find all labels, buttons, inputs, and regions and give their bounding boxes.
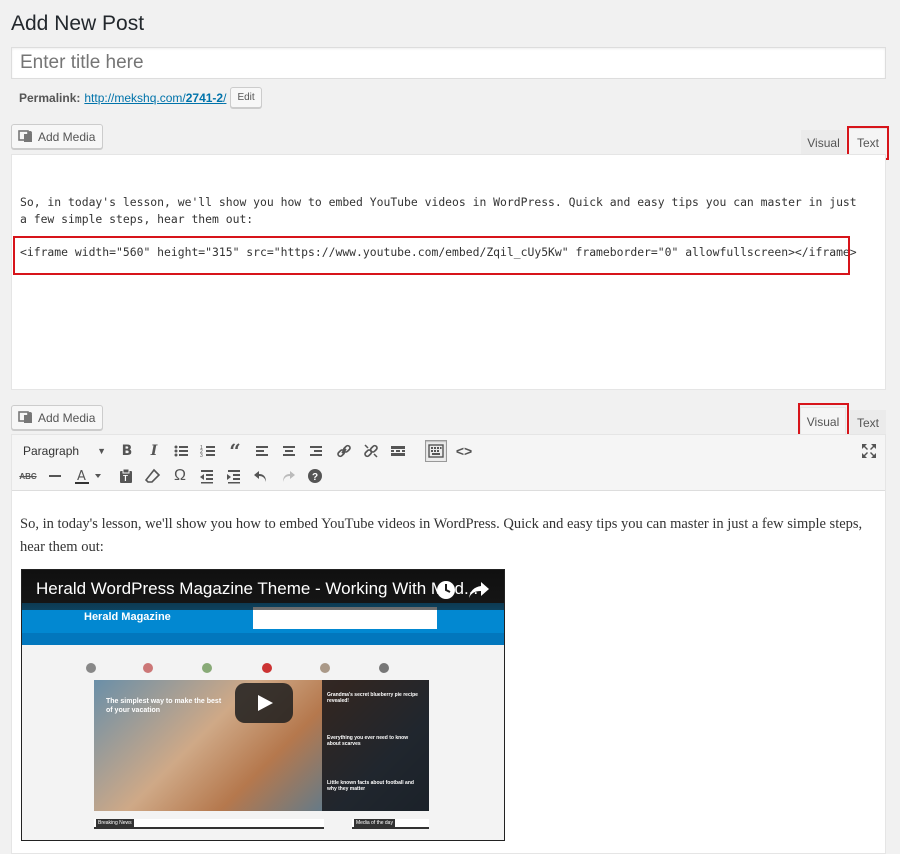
thumb-banner [253, 607, 437, 629]
increase-indent-icon[interactable] [223, 465, 245, 487]
paste-as-text-icon[interactable]: T [115, 465, 137, 487]
align-right-icon[interactable] [305, 440, 327, 462]
thumb-side-headline-1: Grandma's secret blueberry pie recipe re… [327, 692, 418, 704]
thumb-avatar [143, 663, 153, 673]
permalink-edit-button[interactable]: Edit [230, 87, 262, 108]
thumb-breaking-news: Breaking News [94, 819, 324, 829]
text-color-icon[interactable]: A [72, 465, 106, 487]
format-select-value: Paragraph [23, 444, 80, 458]
tab-text-inactive[interactable]: Text [850, 410, 886, 436]
bold-icon[interactable]: B [116, 440, 138, 462]
align-left-icon[interactable] [251, 440, 273, 462]
italic-icon[interactable]: I [143, 440, 165, 462]
tab-visual[interactable]: Visual [801, 130, 846, 156]
code-icon[interactable]: <> [453, 440, 475, 462]
add-media-button[interactable]: Add Media [11, 124, 104, 149]
share-icon[interactable] [468, 581, 490, 599]
add-media-label: Add Media [38, 410, 96, 425]
svg-text:?: ? [312, 472, 318, 483]
thumb-site-logo: Herald Magazine [84, 611, 171, 623]
media-icon [18, 411, 32, 423]
add-media-button-visual[interactable]: Add Media [11, 405, 104, 430]
bulleted-list-icon[interactable] [170, 440, 192, 462]
play-button-icon[interactable] [235, 683, 293, 723]
format-select[interactable]: Paragraph ▼ [17, 440, 112, 462]
thumb-breaking-news-label: Breaking News [96, 819, 134, 827]
text-editor-paragraph: So, in today's lesson, we'll show you ho… [20, 195, 857, 226]
permalink-label: Permalink: [19, 90, 81, 105]
thumb-avatar [202, 663, 212, 673]
thumb-side-panel: Grandma's secret blueberry pie recipe re… [322, 680, 429, 811]
permalink-tail: / [223, 90, 227, 105]
editor-toolbar: Paragraph ▼ B I 123 “ <> ABC A T Ω ? [12, 435, 885, 491]
thumb-avatar [320, 663, 330, 673]
permalink-link[interactable]: http://mekshq.com/2741-2/ [84, 91, 226, 105]
permalink-base: http://mekshq.com/ [84, 90, 186, 105]
thumb-side-headline-2: Everything you ever need to know about s… [327, 735, 409, 747]
thumb-avatar [86, 663, 96, 673]
thumb-avatar [262, 663, 272, 673]
remove-link-icon[interactable] [360, 440, 382, 462]
thumb-hero-headline: The simplest way to make the best of you… [106, 698, 222, 714]
help-icon[interactable]: ? [304, 465, 326, 487]
horizontal-line-icon[interactable] [44, 465, 66, 487]
thumb-media-of-day: Media of the day [352, 819, 429, 829]
align-center-icon[interactable] [278, 440, 300, 462]
thumb-media-of-day-label: Media of the day [354, 819, 395, 827]
redo-icon[interactable] [277, 465, 299, 487]
toolbar-toggle-icon[interactable] [425, 440, 447, 462]
watch-later-icon[interactable] [436, 580, 456, 600]
svg-text:T: T [123, 474, 128, 483]
tab-visual-active[interactable]: Visual [800, 407, 846, 436]
thumb-side-headline-3: Little known facts about football and wh… [327, 780, 414, 792]
visual-editor-paragraph[interactable]: So, in today's lesson, we'll show you ho… [20, 513, 875, 559]
distraction-free-icon[interactable] [858, 440, 880, 462]
numbered-list-icon[interactable]: 123 [197, 440, 219, 462]
media-icon [18, 130, 32, 142]
clear-formatting-icon[interactable] [142, 465, 164, 487]
svg-text:3: 3 [200, 453, 203, 459]
chevron-down-icon: ▼ [97, 446, 106, 456]
read-more-icon[interactable] [387, 440, 409, 462]
permalink-slug: 2741-2 [185, 90, 224, 105]
youtube-embed-preview[interactable]: Herald Magazine The simplest way to make… [21, 569, 505, 841]
page-title: Add New Post [11, 12, 145, 35]
undo-icon[interactable] [250, 465, 272, 487]
thumb-avatar [379, 663, 389, 673]
tab-text[interactable]: Text [848, 128, 888, 157]
insert-link-icon[interactable] [333, 440, 355, 462]
permalink-row: Permalink: http://mekshq.com/2741-2/ Edi… [19, 87, 262, 108]
thumb-site-nav [22, 633, 504, 645]
video-title[interactable]: Herald WordPress Magazine Theme - Workin… [36, 579, 478, 599]
add-media-label: Add Media [38, 129, 96, 144]
strikethrough-icon[interactable]: ABC [17, 465, 39, 487]
post-title-input[interactable] [11, 47, 886, 79]
svg-text:A: A [77, 469, 86, 484]
blockquote-icon[interactable]: “ [224, 439, 246, 463]
text-editor-area[interactable]: So, in today's lesson, we'll show you ho… [11, 154, 886, 390]
iframe-embed-code: <iframe width="560" height="315" src="ht… [20, 245, 857, 259]
decrease-indent-icon[interactable] [196, 465, 218, 487]
special-character-icon[interactable]: Ω [169, 465, 191, 487]
